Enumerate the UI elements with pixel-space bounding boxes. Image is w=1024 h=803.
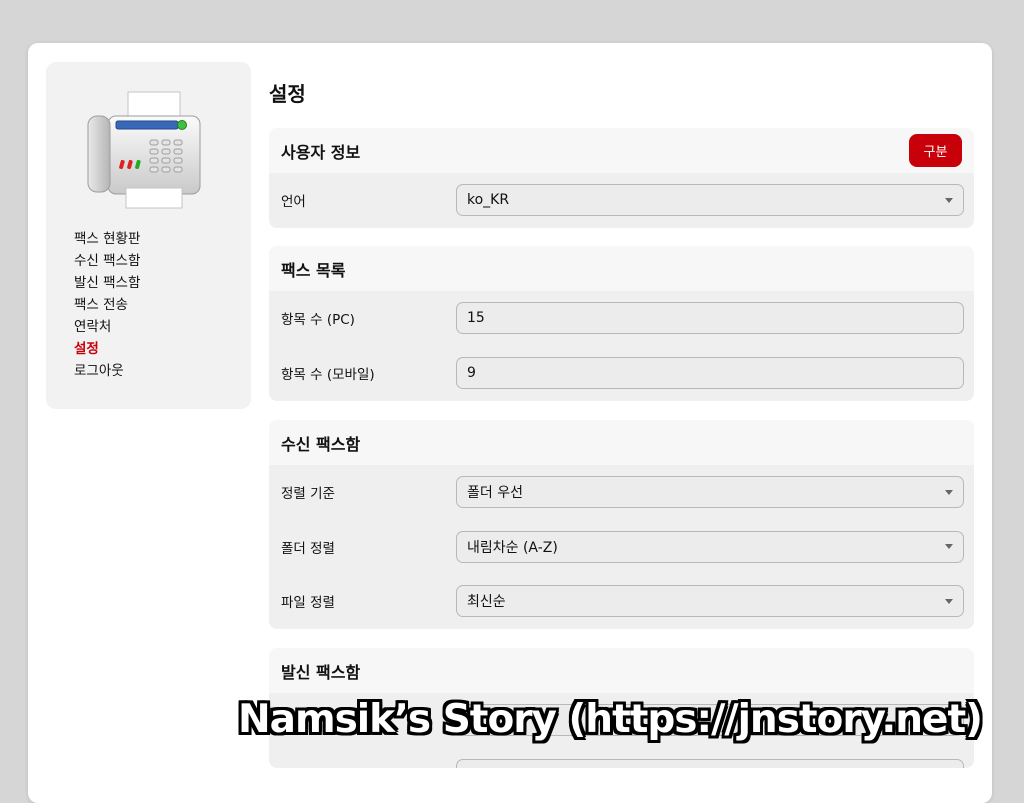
sort-by-select[interactable]: 폴더 우선 xyxy=(456,476,964,509)
sidebar-item-logout[interactable]: 로그아웃 xyxy=(74,360,140,382)
setting-row-folder-sort: 폴더 정렬 내림차순 (A-Z) xyxy=(269,520,974,575)
page-title: 설정 xyxy=(269,82,306,106)
chevron-down-icon xyxy=(945,197,953,203)
items-pc-input[interactable]: 15 xyxy=(456,302,964,335)
language-select[interactable]: ko_KR xyxy=(456,184,964,217)
section-inbox: 수신 팩스함 정렬 기준 폴더 우선 폴더 정렬 내림차순 (A-Z) 파일 정… xyxy=(269,420,974,629)
items-mobile-input[interactable]: 9 xyxy=(456,356,964,389)
section-title: 사용자 정보 xyxy=(281,142,361,162)
section-header: 사용자 정보 구분 xyxy=(269,128,974,173)
setting-row-items-pc: 항목 수 (PC) 15 xyxy=(269,291,974,346)
row-label: 파일 정렬 xyxy=(281,595,335,612)
sidebar-item-send-fax[interactable]: 팩스 전송 xyxy=(74,294,140,316)
chevron-down-icon xyxy=(945,544,953,550)
select-value: 최신순 xyxy=(467,594,506,611)
section-title: 발신 팩스함 xyxy=(281,662,361,682)
fax-machine-icon xyxy=(86,88,204,212)
sidebar-item-settings[interactable]: 설정 xyxy=(74,338,140,360)
setting-row-language: 언어 ko_KR xyxy=(269,173,974,228)
row-label: 항목 수 (PC) xyxy=(281,312,355,329)
input-value: 9 xyxy=(467,364,476,381)
row-label: 언어 xyxy=(281,194,306,211)
chevron-down-icon xyxy=(945,489,953,495)
sidebar-item-outbox[interactable]: 발신 팩스함 xyxy=(74,272,140,294)
select-value: ko_KR xyxy=(467,192,510,209)
section-header: 수신 팩스함 xyxy=(269,420,974,465)
row-label: 폴더 정렬 xyxy=(281,540,335,557)
section-fax-list: 팩스 목록 항목 수 (PC) 15 항목 수 (모바일) 9 xyxy=(269,246,974,401)
settings-window: 팩스 현황판 수신 팩스함 발신 팩스함 팩스 전송 연락처 설정 로그아웃 설… xyxy=(28,43,992,803)
folder-sort-select[interactable]: 내림차순 (A-Z) xyxy=(456,530,964,563)
section-action-button[interactable]: 구분 xyxy=(909,134,962,167)
row-label: 정렬 기준 xyxy=(281,486,335,503)
sidebar-item-inbox[interactable]: 수신 팩스함 xyxy=(74,250,140,272)
section-header: 팩스 목록 xyxy=(269,246,974,291)
section-title: 수신 팩스함 xyxy=(281,434,361,454)
sidebar-nav: 팩스 현황판 수신 팩스함 발신 팩스함 팩스 전송 연락처 설정 로그아웃 xyxy=(74,228,140,382)
sidebar-item-contacts[interactable]: 연락처 xyxy=(74,316,140,338)
setting-row-sort-by: 정렬 기준 폴더 우선 xyxy=(269,465,974,520)
select-value: 폴더 우선 xyxy=(467,485,523,502)
file-sort-select[interactable]: 최신순 xyxy=(456,585,964,618)
input-value: 15 xyxy=(467,310,485,327)
chevron-down-icon xyxy=(945,598,953,604)
watermark-text: Namsik’s Story (https://jnstory.net) xyxy=(238,697,983,742)
section-title: 팩스 목록 xyxy=(281,260,346,280)
row-label: 항목 수 (모바일) xyxy=(281,366,375,383)
setting-row-file-sort: 파일 정렬 최신순 xyxy=(269,574,974,629)
sidebar: 팩스 현황판 수신 팩스함 발신 팩스함 팩스 전송 연락처 설정 로그아웃 xyxy=(46,62,251,409)
select-value: 내림차순 (A-Z) xyxy=(467,539,558,556)
setting-row-items-mobile: 항목 수 (모바일) 9 xyxy=(269,346,974,401)
sidebar-item-fax-dashboard[interactable]: 팩스 현황판 xyxy=(74,228,140,250)
section-user-info: 사용자 정보 구분 언어 ko_KR xyxy=(269,128,974,228)
section-header: 발신 팩스함 xyxy=(269,648,974,693)
